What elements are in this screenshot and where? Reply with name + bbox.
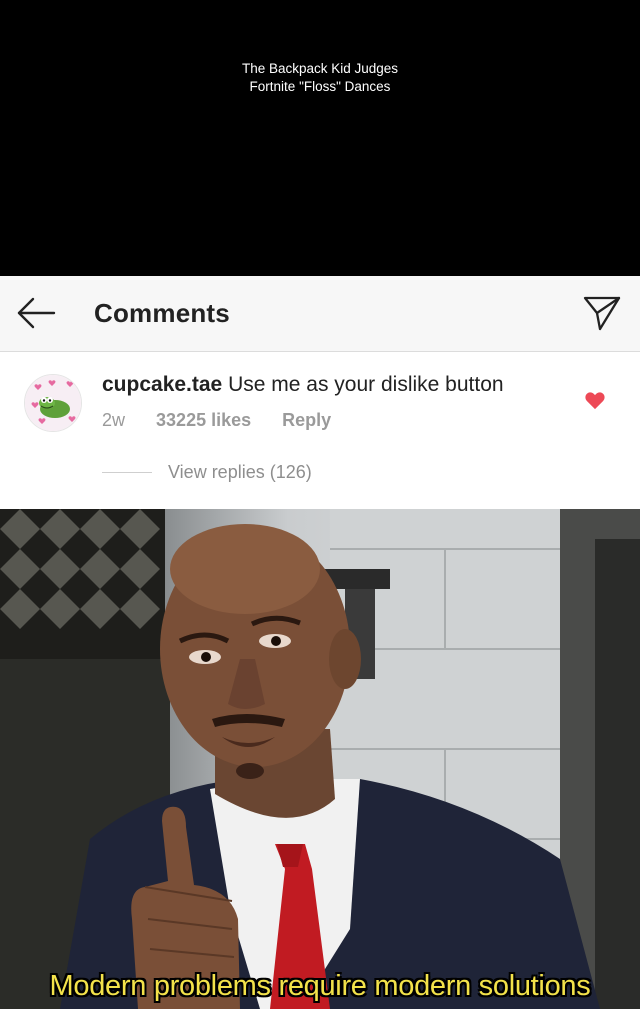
page-title: Comments <box>94 298 230 328</box>
reply-button[interactable]: Reply <box>282 410 331 430</box>
paper-plane-icon[interactable] <box>582 293 622 333</box>
video-player[interactable]: The Backpack Kid Judges Fortnite "Floss"… <box>0 0 640 276</box>
comment-text: Use me as your dislike button <box>228 373 504 396</box>
replies-divider <box>102 472 152 473</box>
comment-likes[interactable]: 33225 likes <box>156 410 251 430</box>
video-title: The Backpack Kid Judges Fortnite "Floss"… <box>0 60 640 96</box>
heart-icon[interactable] <box>584 390 606 410</box>
comment-body: cupcake.tae Use me as your dislike butto… <box>102 373 504 397</box>
view-replies-button[interactable]: View replies (126) <box>168 462 312 483</box>
comment-username[interactable]: cupcake.tae <box>102 373 222 396</box>
comment-time: 2w <box>102 410 126 430</box>
comment-meta: 2w 33225 likes Reply <box>102 410 357 431</box>
kermit-avatar-icon <box>25 375 81 431</box>
meme-photo <box>0 509 640 1009</box>
avatar[interactable] <box>24 374 82 432</box>
meme-caption: Modern problems require modern solutions <box>49 970 591 1002</box>
meme-image: Modern problems require modern solutions <box>0 509 640 1009</box>
video-title-line-2: Fortnite "Floss" Dances <box>249 79 391 94</box>
comment-item: cupcake.tae Use me as your dislike butto… <box>0 352 640 509</box>
arrow-left-icon[interactable] <box>16 297 56 329</box>
video-title-line-1: The Backpack Kid Judges <box>241 61 399 76</box>
comments-header: Comments <box>0 276 640 352</box>
